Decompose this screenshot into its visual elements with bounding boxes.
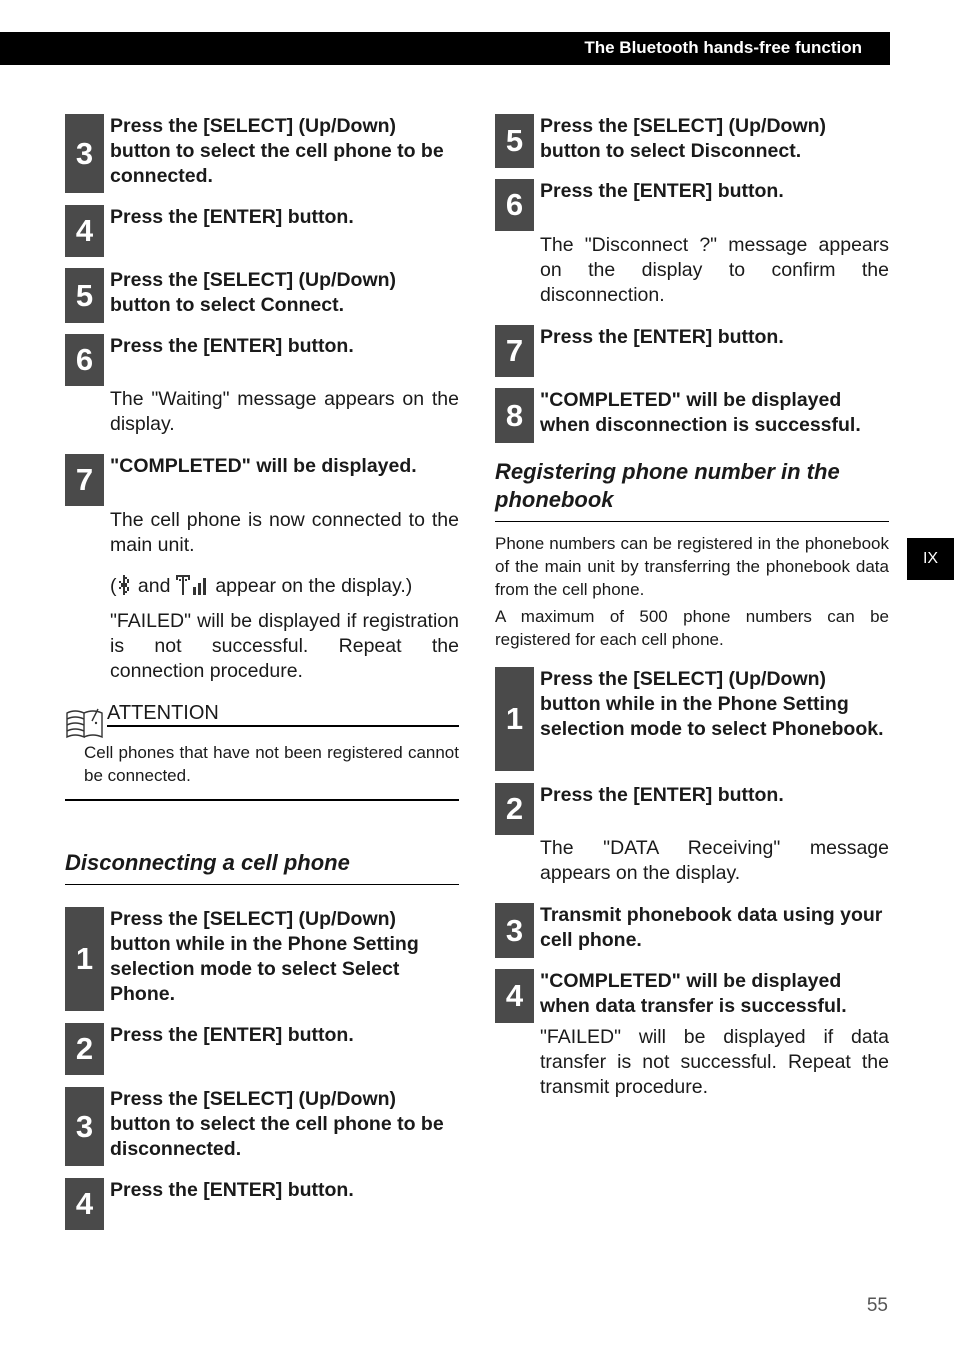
step-number: 3 — [495, 903, 534, 958]
icons-note-close: appear on the display.) — [215, 575, 413, 597]
transfer-failed-note: "FAILED" will be displayed if data trans… — [540, 1026, 889, 1098]
step-number: 3 — [65, 114, 104, 193]
disconnect-note: The "Disconnect ?" message appears on th… — [540, 234, 889, 306]
section-rule — [65, 884, 459, 885]
attention-bottom-rule — [65, 799, 459, 801]
section-title-disconnecting: Disconnecting a cell phone — [65, 850, 350, 875]
step-number: 7 — [495, 325, 534, 377]
connected-note: The cell phone is now connected to the m… — [110, 509, 459, 556]
step-number: 8 — [495, 388, 534, 443]
icons-note-and: and — [137, 575, 171, 597]
step-text: Press the [SELECT] (Up/Down) button whil… — [110, 908, 419, 1005]
data-receiving-note: The "DATA Receiving" message appears on … — [540, 837, 889, 884]
step-text: Press the [ENTER] button. — [540, 180, 784, 202]
section-rule — [495, 521, 889, 522]
signal-strength-icon — [175, 575, 206, 595]
step-text: "COMPLETED" will be displayed when disco… — [540, 389, 861, 436]
chapter-tab: IX — [907, 538, 954, 580]
step-number: 4 — [65, 1178, 104, 1230]
step-number: 6 — [65, 334, 104, 386]
step-number: 7 — [65, 454, 104, 506]
icons-note: ( and appear on the display.) — [110, 574, 459, 599]
section-title-phonebook: Registering phone number in the phoneboo… — [495, 459, 840, 512]
failed-note: "FAILED" will be displayed if registrati… — [110, 610, 459, 682]
phonebook-intro: Phone numbers can be registered in the p… — [495, 534, 889, 599]
attention-top-rule — [107, 725, 459, 727]
step-number: 4 — [495, 969, 534, 1023]
step-number: 2 — [65, 1023, 104, 1075]
phonebook-max-note: A maximum of 500 phone numbers can be re… — [495, 607, 889, 649]
step-text: "COMPLETED" will be displayed when data … — [540, 970, 847, 1017]
step-text: Press the [SELECT] (Up/Down) button whil… — [540, 668, 884, 740]
step-text: Press the [SELECT] (Up/Down) button to s… — [110, 1088, 444, 1160]
step-text: Press the [ENTER] button. — [540, 326, 784, 348]
step-number: 1 — [65, 907, 104, 1011]
step-text: Press the [ENTER] button. — [540, 784, 784, 806]
page-number: 55 — [866, 1295, 888, 1316]
step-text: Press the [SELECT] (Up/Down) button to s… — [540, 115, 827, 162]
waiting-note: The "Waiting" message appears on the dis… — [110, 388, 459, 435]
step-text: Press the [ENTER] button. — [110, 1024, 354, 1046]
header-bar: The Bluetooth hands-free function — [0, 32, 890, 65]
step-text: Transmit phonebook data using your cell … — [540, 904, 883, 951]
bluetooth-icon — [118, 575, 129, 595]
step-text: Press the [ENTER] button. — [110, 335, 354, 357]
step-text: Press the [ENTER] button. — [110, 206, 354, 228]
step-number: 4 — [65, 205, 104, 257]
step-text: "COMPLETED" will be displayed. — [110, 455, 417, 477]
step-number: 3 — [65, 1087, 104, 1166]
step-number: 1 — [495, 667, 534, 771]
attention-label: ATTENTION — [107, 702, 219, 724]
step-text: Press the [ENTER] button. — [110, 1179, 354, 1201]
step-number: 6 — [495, 179, 534, 231]
book-icon — [66, 708, 103, 739]
header-title: The Bluetooth hands-free function — [584, 38, 862, 57]
step-text: Press the [SELECT] (Up/Down) button to s… — [110, 115, 444, 187]
step-text: Press the [SELECT] (Up/Down) button to s… — [110, 269, 397, 316]
attention-text: Cell phones that have not been registere… — [84, 743, 459, 785]
step-number: 5 — [495, 114, 534, 168]
step-number: 2 — [495, 783, 534, 835]
step-number: 5 — [65, 268, 104, 323]
